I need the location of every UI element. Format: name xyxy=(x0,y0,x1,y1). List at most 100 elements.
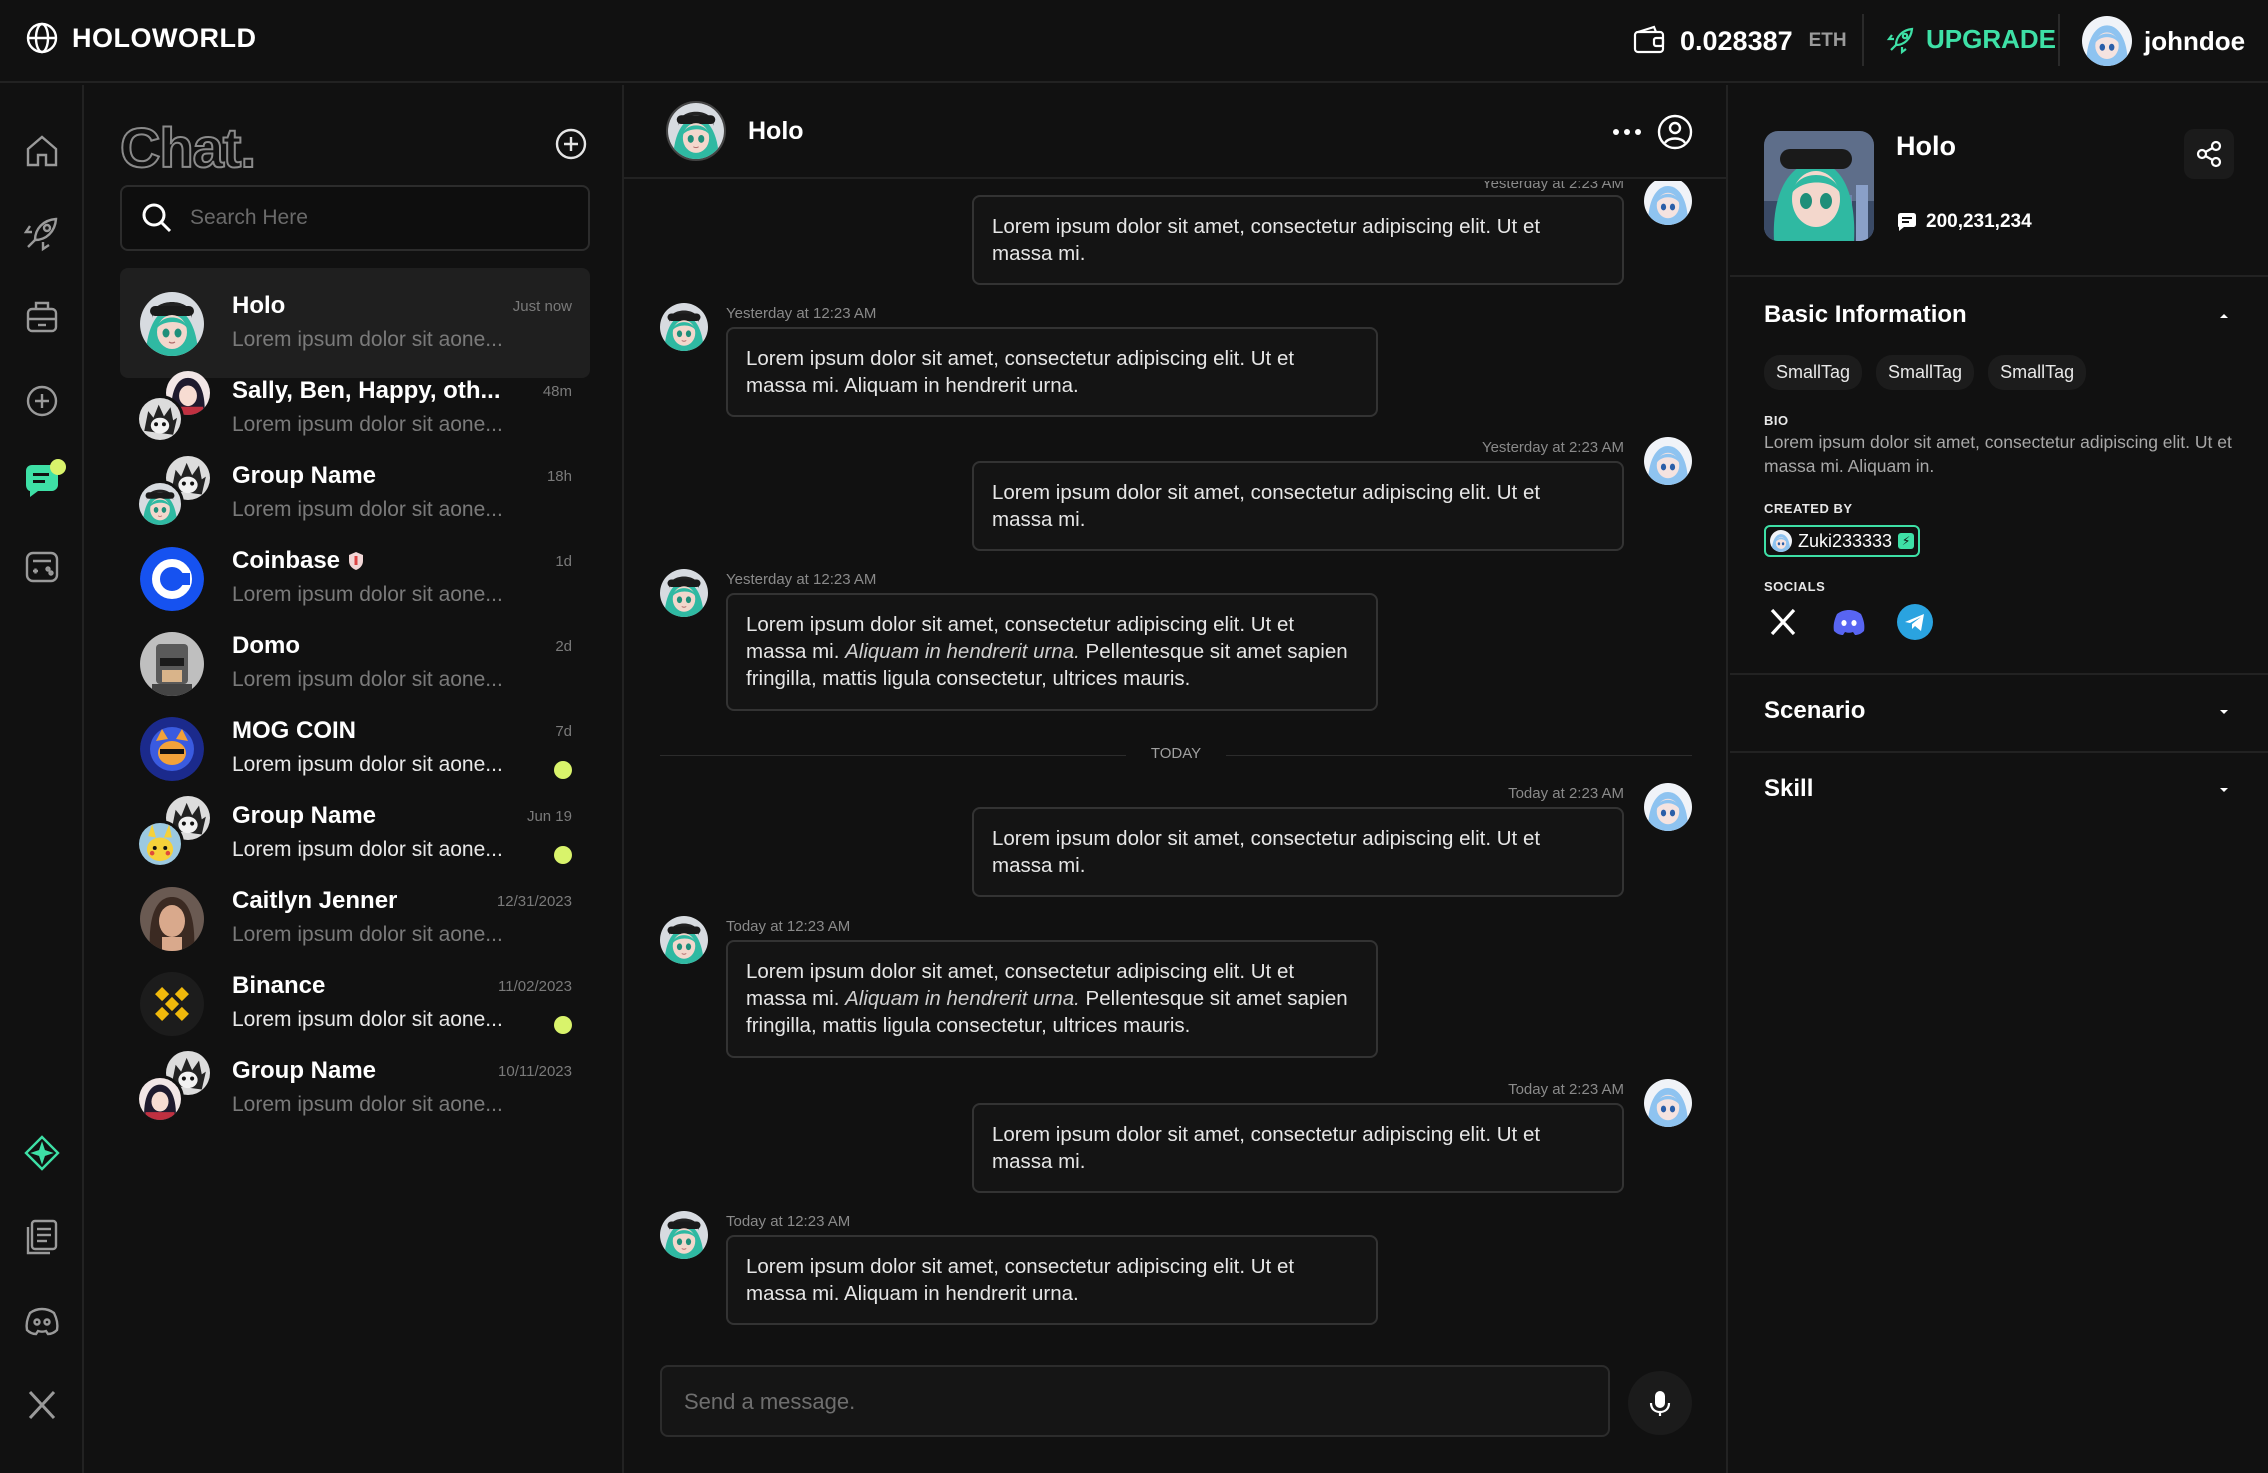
divider xyxy=(1862,14,1864,66)
tag[interactable]: SmallTag xyxy=(1876,355,1975,390)
avatar[interactable] xyxy=(666,101,726,161)
message-timestamp: Yesterday at 12:23 AM xyxy=(726,305,877,322)
tag[interactable]: SmallTag xyxy=(1988,355,2087,390)
message-bubble-incoming[interactable]: Lorem ipsum dolor sit amet, consectetur … xyxy=(726,327,1378,417)
discord-icon[interactable] xyxy=(1830,603,1868,641)
plus-circle-icon[interactable] xyxy=(22,381,62,421)
conversation-item[interactable]: Group Name Lorem ipsum dolor sit aone...… xyxy=(120,1033,590,1143)
upgrade-label: UPGRADE xyxy=(1926,24,2057,54)
message-timestamp: Today at 12:23 AM xyxy=(726,1213,851,1230)
caret-up-icon[interactable] xyxy=(2216,311,2232,321)
message-timestamp: Today at 2:23 AM xyxy=(1508,785,1624,802)
chat-header: Holo xyxy=(624,85,1728,179)
bolt-icon: ⚡ xyxy=(1898,533,1915,549)
conversation-name: Coinbase xyxy=(232,547,364,575)
wallet-icon xyxy=(1633,25,1665,54)
conversation-preview: Lorem ipsum dolor sit aone... xyxy=(232,328,503,351)
avatar xyxy=(660,916,708,964)
gamepad-icon[interactable] xyxy=(22,547,62,587)
avatar xyxy=(136,480,184,528)
search-bar[interactable] xyxy=(120,185,590,251)
wallet-balance[interactable]: 0.028387 ETH xyxy=(1632,24,1847,58)
home-icon[interactable] xyxy=(22,131,62,171)
unread-dot xyxy=(554,1016,572,1034)
chat-bubble-icon xyxy=(1898,213,1916,231)
share-button[interactable] xyxy=(2184,129,2234,179)
message-timestamp: Today at 12:23 AM xyxy=(726,918,851,935)
skill-header[interactable]: Skill xyxy=(1764,775,1813,803)
message-timestamp: Yesterday at 2:23 AM xyxy=(1481,439,1624,456)
group-avatar xyxy=(136,802,204,868)
conversation-name-text: Coinbase xyxy=(232,547,341,574)
conversation-preview: Lorem ipsum dolor sit aone... xyxy=(232,668,503,691)
socials-label: SOCIALS xyxy=(1764,579,1826,594)
tag[interactable]: SmallTag xyxy=(1764,355,1863,390)
message-bubble-incoming[interactable]: Lorem ipsum dolor sit amet, consectetur … xyxy=(726,593,1378,711)
chat-window: Holo Yesterday at 2:23 AM Lorem ipsum do… xyxy=(624,85,1728,1473)
conversation-time: 7d xyxy=(555,723,572,740)
x-icon[interactable] xyxy=(22,1385,62,1425)
telegram-icon[interactable] xyxy=(1896,603,1934,641)
group-avatar xyxy=(136,462,204,528)
basic-info-header[interactable]: Basic Information xyxy=(1764,301,1967,329)
user-menu[interactable]: johndoe xyxy=(2082,16,2245,66)
conversation-time: 1d xyxy=(555,553,572,570)
creator-name: Zuki233333 xyxy=(1798,530,1893,551)
caret-down-icon[interactable] xyxy=(2216,785,2232,795)
diamond-icon[interactable] xyxy=(22,1133,62,1173)
profile-button[interactable] xyxy=(1656,113,1694,151)
avatar xyxy=(1644,1079,1692,1127)
robot-icon[interactable] xyxy=(22,297,62,337)
conversation-time: 48m xyxy=(542,383,572,400)
avatar xyxy=(1644,783,1692,831)
created-by-label: CREATED BY xyxy=(1764,501,1853,516)
message-input[interactable] xyxy=(684,1385,1584,1419)
share-icon xyxy=(2196,140,2222,168)
search-icon xyxy=(142,203,172,233)
voice-button[interactable] xyxy=(1628,1371,1692,1435)
scenario-header[interactable]: Scenario xyxy=(1764,697,1865,725)
message-bubble-outgoing[interactable]: Lorem ipsum dolor sit amet, consectetur … xyxy=(972,1103,1624,1193)
message-bubble-outgoing[interactable]: Lorem ipsum dolor sit amet, consectetur … xyxy=(972,195,1624,285)
conversation-preview: Lorem ipsum dolor sit aone... xyxy=(232,923,503,946)
divider xyxy=(1730,751,2268,753)
message-list[interactable]: Yesterday at 2:23 AM Lorem ipsum dolor s… xyxy=(624,181,1728,1429)
conversation-preview: Lorem ipsum dolor sit aone... xyxy=(232,1093,503,1116)
message-bubble-outgoing[interactable]: Lorem ipsum dolor sit amet, consectetur … xyxy=(972,461,1624,551)
divider xyxy=(1730,673,2268,675)
conversation-name: Domo xyxy=(232,632,300,659)
chat-icon[interactable] xyxy=(22,459,68,505)
message-composer[interactable] xyxy=(660,1365,1610,1437)
creator-badge[interactable]: Zuki233333 ⚡ xyxy=(1764,525,1921,557)
caret-down-icon[interactable] xyxy=(2216,707,2232,717)
avatar xyxy=(1770,530,1792,552)
rocket-icon[interactable] xyxy=(22,213,62,253)
logo[interactable]: HOLOWORLD xyxy=(24,20,256,56)
chat-title: Holo xyxy=(748,117,804,145)
discord-icon[interactable] xyxy=(22,1301,62,1341)
conversation-time: 10/11/2023 xyxy=(498,1063,572,1080)
more-options-button[interactable] xyxy=(1610,115,1644,149)
documents-icon[interactable] xyxy=(22,1217,62,1257)
avatar xyxy=(2082,16,2132,66)
conversation-name: MOG COIN xyxy=(232,717,356,744)
avatar xyxy=(660,569,708,617)
wallet-amount: 0.028387 xyxy=(1680,25,1793,56)
unread-dot xyxy=(554,846,572,864)
message-bubble-outgoing[interactable]: Lorem ipsum dolor sit amet, consectetur … xyxy=(972,807,1624,897)
conversation-preview: Lorem ipsum dolor sit aone... xyxy=(232,498,503,521)
message-bubble-incoming[interactable]: Lorem ipsum dolor sit amet, consectetur … xyxy=(726,1235,1378,1325)
message-bubble-incoming[interactable]: Lorem ipsum dolor sit amet, consectetur … xyxy=(726,940,1378,1058)
avatar xyxy=(136,820,184,868)
message-count: 200,231,234 xyxy=(1896,211,2032,233)
tag-list: SmallTag SmallTag SmallTag xyxy=(1764,355,2087,390)
avatar xyxy=(660,303,708,351)
search-input[interactable] xyxy=(190,206,570,230)
logo-text: HOLOWORLD xyxy=(72,22,257,53)
upgrade-button[interactable]: UPGRADE xyxy=(1886,24,2056,55)
avatar xyxy=(140,547,204,611)
x-icon[interactable] xyxy=(1764,603,1802,641)
page-title: Chat. xyxy=(119,115,257,180)
new-chat-button[interactable] xyxy=(554,127,588,161)
more-icon xyxy=(1613,129,1641,135)
